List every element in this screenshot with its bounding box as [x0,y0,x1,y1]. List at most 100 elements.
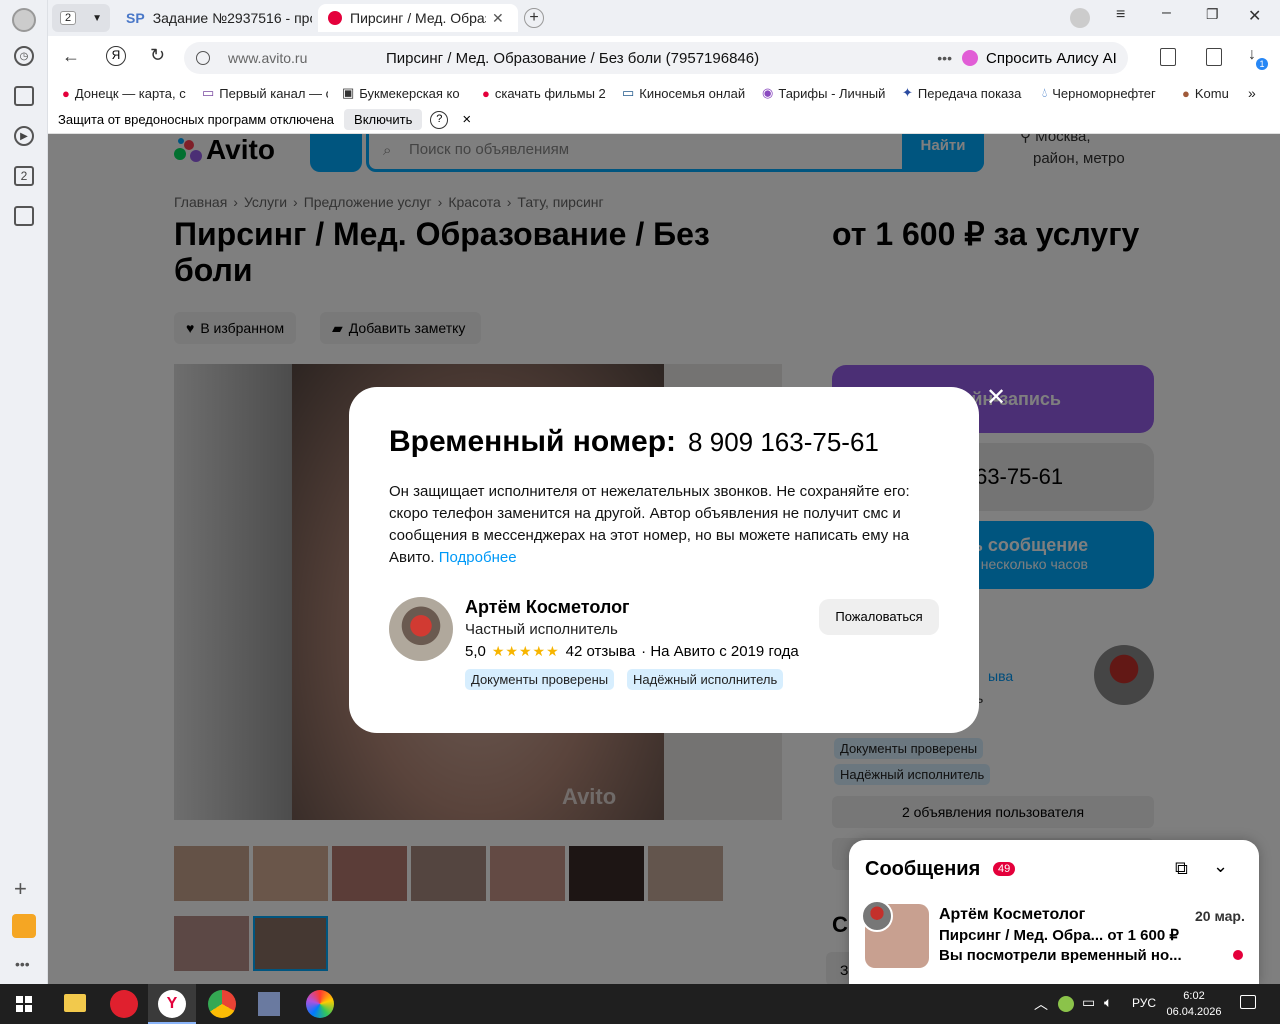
new-tab-button[interactable]: + [524,8,544,28]
temporary-number[interactable]: 8 909 163-75-61 [688,427,879,458]
protection-text: Защита от вредоносных программ отключена [58,112,335,127]
operator-icon: ◉ [762,85,774,100]
yandex-browser-taskbar[interactable]: Y [148,984,196,1024]
tray-app-icon[interactable] [1058,996,1074,1012]
bookmark-item[interactable]: ● скачать фильмы 2 [482,86,610,101]
messages-title: Сообщения [865,858,981,880]
opera-icon[interactable] [110,990,138,1018]
network-icon[interactable]: ▭ [1082,994,1095,1011]
tray-chevron-icon[interactable]: ︿ [1034,994,1048,1014]
reload-icon[interactable]: ↻ [150,45,165,66]
more-link[interactable]: Подробнее [439,549,517,566]
modal-title: Временный номер: [389,425,677,458]
yandex-browser-icon: Y [158,990,186,1018]
notifications-icon[interactable] [1240,995,1256,1009]
bookmark-item[interactable]: ◉ Тарифы - Личный [762,85,890,101]
tab-task[interactable]: SP Задание №2937516 - про [126,4,312,32]
clock[interactable]: 6:02 06.04.2026 [1166,988,1222,1020]
alice-button[interactable]: Спросить Алису AI [952,42,1128,74]
mail-icon[interactable] [12,914,36,938]
modal-description: Он защищает исполнителя от нежелательных… [389,483,910,566]
seller-name[interactable]: Артём Косметолог [465,597,630,618]
drop-icon: 💧︎ [1042,85,1048,100]
profile-avatar-icon[interactable] [12,8,36,32]
messages-widget: Сообщения 49 ⧉ ⌄ Артём Косметолог 20 мар… [849,840,1259,984]
taskbar: Y ︿ ▭ 🔈︎ РУС 6:02 06.04.2026 [0,984,1280,1024]
bookmark-item[interactable]: 💧︎ Черноморнефтег [1042,85,1166,101]
alice-icon [962,50,978,66]
download-badge: 1 [1256,58,1268,70]
tab-avito[interactable]: Пирсинг / Мед. Образо ✕ [318,4,518,32]
screenshot-icon[interactable] [14,206,34,226]
url-page-title: Пирсинг / Мед. Образование / Без боли (7… [386,49,760,67]
seller-rating: 5,0 ★★★★★ 42 отзыва · На Авито с 2019 го… [465,643,799,660]
download-icon[interactable]: ↓ [1248,46,1256,64]
restore-icon[interactable]: ❐ [1206,6,1219,23]
open-external-icon[interactable]: ⧉ [1175,858,1188,879]
tab-title: Задание №2937516 - про [152,10,312,26]
tab-close-icon[interactable]: ✕ [492,10,504,27]
close-modal-icon[interactable]: ✕ [986,383,1006,412]
site-security-icon[interactable] [196,51,210,65]
more-dots-icon[interactable]: ••• [15,956,30,972]
collapse-chevron-icon[interactable]: ⌄ [1213,856,1228,877]
menu-icon[interactable]: ≡ [1116,6,1125,24]
chat-date: 20 мар. [1195,908,1245,924]
yandex-icon[interactable]: Я [106,46,126,66]
bet-icon: ▣ [342,85,355,100]
account-icon[interactable] [1070,8,1090,28]
history-icon[interactable]: ◷ [14,46,34,66]
bookmark-item[interactable]: ● Komu [1182,86,1240,101]
back-arrow-icon[interactable]: ← [62,46,80,67]
close-window-icon[interactable]: ✕ [1248,6,1261,26]
avito-favicon-icon [328,11,342,25]
modal-heading: Временный номер: 8 909 163-75-61 [389,425,879,459]
protection-bar: Защита от вредоносных программ отключена… [48,106,1280,134]
alice-label: Спросить Алису AI [986,49,1117,67]
play-icon[interactable]: ▶ [14,126,34,146]
language-indicator[interactable]: РУС [1132,996,1156,1010]
translate-icon[interactable] [1206,48,1222,66]
chat-sender[interactable]: Артём Косметолог [939,906,1085,924]
bookmark-item[interactable]: ▭ Киносемья онлай [622,85,750,101]
bookmark-item[interactable]: ✦ Передача показа [902,85,1030,101]
tab-group[interactable]: 2 ▼ [52,4,110,32]
collections-icon[interactable] [14,86,34,106]
chat-avatar [861,900,893,932]
seller-avatar[interactable] [389,597,453,661]
monitor-icon: ▭ [622,85,635,100]
map-pin-icon: ● [62,85,70,101]
more-icon[interactable]: ••• [937,50,952,66]
bookmark-item[interactable]: ▣ Букмекерская ко [342,85,468,101]
color-app-icon[interactable] [306,990,334,1018]
browser-sidebar: ◷ ▶ 2 + ••• [0,0,48,984]
extensions-icon[interactable] [1160,48,1176,66]
bookmark-item[interactable]: ▭ Первый канал — с [202,85,328,101]
chat-subject: Пирсинг / Мед. Обра... от 1 600 ₽ [939,927,1179,944]
help-icon[interactable]: ? [430,110,449,129]
address-bar: ← Я ↻ www.avito.ru Пирсинг / Мед. Образо… [48,36,1280,80]
reviews-link[interactable]: 42 отзыва [566,643,636,660]
app-icon[interactable] [258,992,280,1016]
temporary-number-modal: Временный номер: 8 909 163-75-61 Он защи… [349,387,979,733]
add-panel-icon[interactable]: + [14,876,27,902]
tab-title: Пирсинг / Мед. Образо [350,10,486,26]
bookmarks-bar: ● Донецк — карта, с ▭ Первый канал — с ▣ Бу… [48,80,1280,106]
chip-reliable: Надёжный исполнитель [627,669,784,690]
bookmark-item[interactable]: ● Донецк — карта, с [62,86,186,101]
windows-start-icon[interactable] [16,996,32,1012]
minimize-icon[interactable]: – [1162,4,1171,22]
seller-type: Частный исполнитель [465,621,618,638]
close-bar-icon[interactable]: × [462,111,471,128]
chrome-icon[interactable] [208,990,236,1018]
unread-badge: 49 [993,862,1016,876]
report-button[interactable]: Пожаловаться [819,599,939,635]
enable-button[interactable]: Включить [344,109,423,130]
volume-icon[interactable]: 🔈︎ [1104,994,1112,1011]
tab-count-badge: 2 [59,11,77,25]
chat-preview: Вы посмотрели временный но... [939,947,1182,964]
file-explorer-icon[interactable] [64,994,86,1012]
bookmarks-overflow-icon[interactable]: » [1248,85,1256,101]
url-field[interactable]: www.avito.ru Пирсинг / Мед. Образование … [184,42,996,74]
sidebar-counter-icon[interactable]: 2 [14,166,34,186]
